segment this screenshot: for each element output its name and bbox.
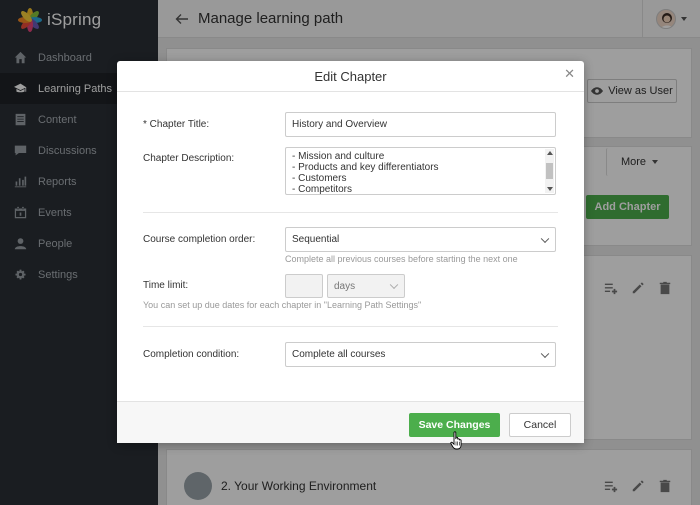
description-line: - Mission and culture bbox=[292, 151, 385, 162]
divider bbox=[143, 212, 558, 213]
chapter-description-label: Chapter Description: bbox=[143, 153, 235, 164]
description-line: - Products and key differentiators bbox=[292, 162, 439, 173]
time-limit-input[interactable] bbox=[285, 274, 323, 298]
chapter-title-value: History and Overview bbox=[292, 119, 388, 130]
scroll-up-arrow-icon[interactable] bbox=[547, 151, 553, 155]
time-limit-unit-select[interactable]: days bbox=[327, 274, 405, 298]
completion-order-hint: Complete all previous courses before sta… bbox=[285, 254, 518, 264]
textarea-scrollbar[interactable] bbox=[545, 149, 554, 193]
completion-condition-label: Completion condition: bbox=[143, 349, 240, 360]
completion-order-select[interactable]: Sequential bbox=[285, 227, 556, 252]
chevron-down-icon bbox=[540, 234, 550, 243]
scroll-down-arrow-icon[interactable] bbox=[547, 187, 553, 191]
chapter-title-input[interactable]: History and Overview bbox=[285, 112, 556, 137]
time-limit-unit-value: days bbox=[334, 280, 356, 292]
scrollbar-thumb[interactable] bbox=[546, 163, 553, 179]
chapter-description-textarea[interactable]: - Mission and culture - Products and key… bbox=[285, 147, 556, 195]
description-line: - Competitors bbox=[292, 184, 353, 195]
chevron-down-icon bbox=[540, 349, 550, 358]
close-icon[interactable]: ✕ bbox=[564, 66, 575, 82]
hand-cursor-icon bbox=[450, 431, 462, 450]
dialog-title: Edit Chapter bbox=[314, 68, 387, 84]
edit-chapter-dialog: Edit Chapter ✕ * Chapter Title: History … bbox=[117, 61, 584, 443]
completion-order-value: Sequential bbox=[292, 234, 340, 245]
time-limit-hint: You can set up due dates for each chapte… bbox=[143, 300, 422, 310]
dialog-footer: Save Changes Cancel bbox=[117, 401, 584, 443]
save-changes-label: Save Changes bbox=[418, 419, 491, 431]
chapter-title-label: * Chapter Title: bbox=[143, 119, 210, 130]
cancel-button[interactable]: Cancel bbox=[509, 413, 571, 437]
description-line: - Customers bbox=[292, 173, 347, 184]
completion-condition-value: Complete all courses bbox=[292, 349, 386, 360]
dialog-header: Edit Chapter ✕ bbox=[117, 61, 584, 92]
time-limit-label: Time limit: bbox=[143, 280, 189, 291]
chevron-down-icon bbox=[389, 280, 399, 290]
divider bbox=[143, 326, 558, 327]
cancel-label: Cancel bbox=[523, 419, 557, 431]
completion-condition-select[interactable]: Complete all courses bbox=[285, 342, 556, 367]
completion-order-label: Course completion order: bbox=[143, 234, 256, 245]
